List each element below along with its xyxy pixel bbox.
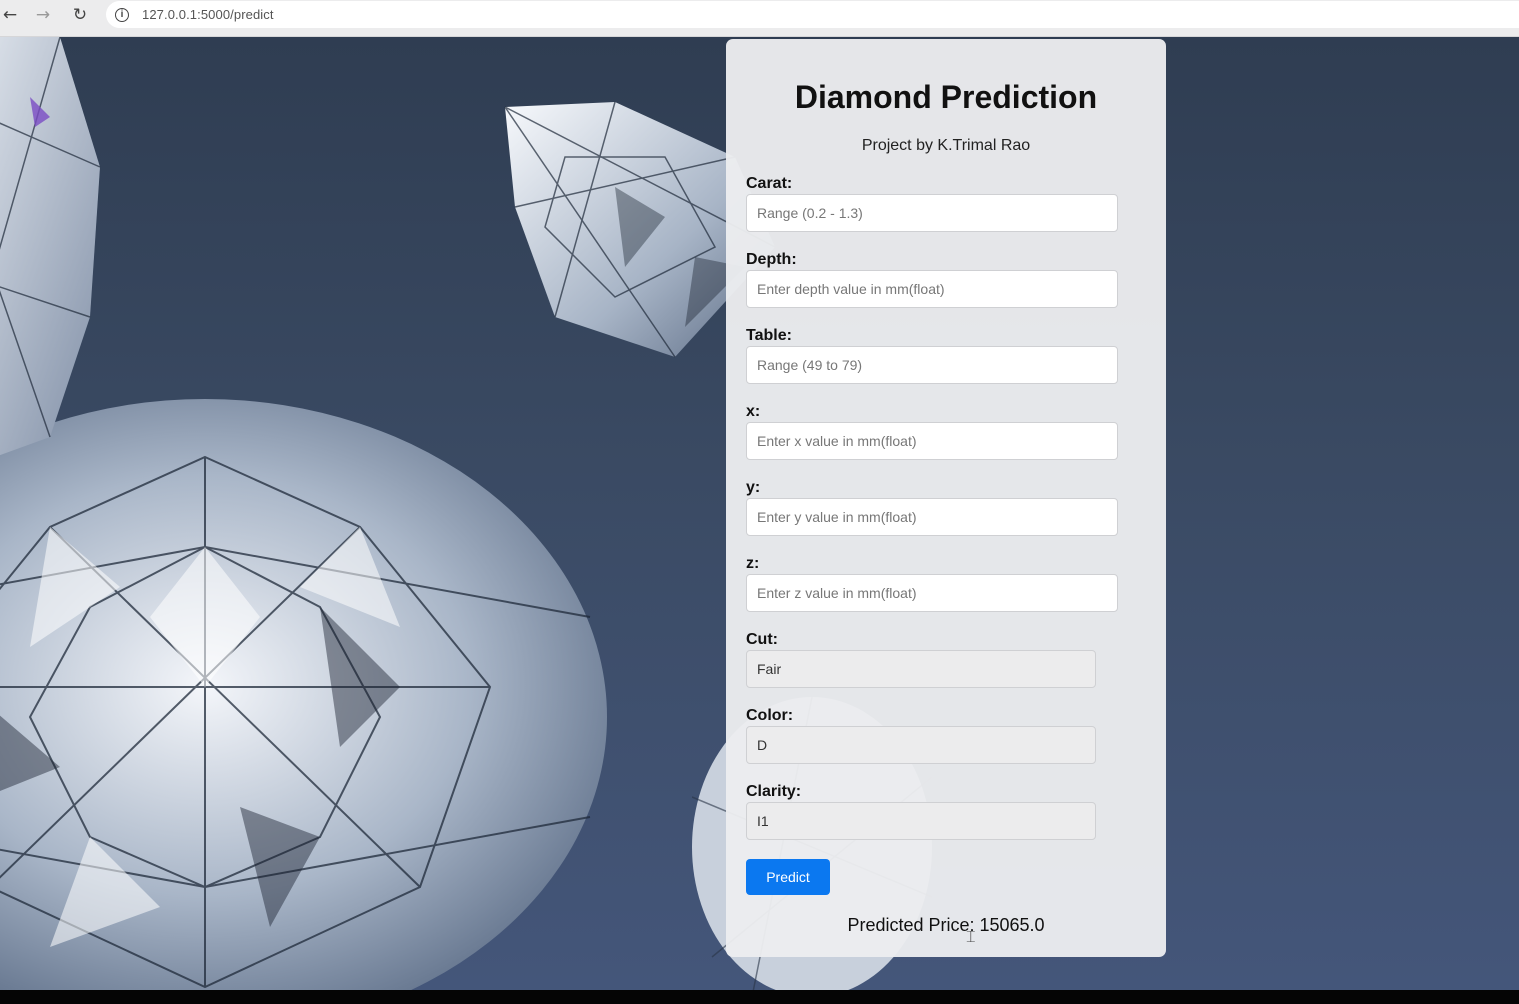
address-bar[interactable]: i 127.0.0.1:5000/predict bbox=[106, 1, 1519, 28]
predicted-price-text: Predicted Price: 15065.0 bbox=[847, 915, 1045, 935]
y-input[interactable] bbox=[746, 498, 1118, 536]
clarity-selected-value: I1 bbox=[757, 813, 769, 829]
y-label: y: bbox=[746, 479, 761, 496]
clarity-select[interactable]: I1 bbox=[746, 802, 1096, 840]
page-subtitle: Project by K.Trimal Rao bbox=[861, 137, 1031, 154]
page-background: Diamond Prediction Project by K.Trimal R… bbox=[0, 37, 1519, 990]
x-input[interactable] bbox=[746, 422, 1118, 460]
carat-input[interactable] bbox=[746, 194, 1118, 232]
cut-selected-value: Fair bbox=[757, 661, 782, 677]
cut-label: Cut: bbox=[746, 631, 778, 648]
color-selected-value: D bbox=[757, 737, 768, 753]
page-title: Diamond Prediction bbox=[794, 79, 1098, 115]
color-select[interactable]: D bbox=[746, 726, 1096, 764]
text-cursor-icon: ⌶ bbox=[966, 927, 976, 946]
url-text[interactable]: 127.0.0.1:5000/predict bbox=[142, 7, 274, 22]
browser-toolbar: ← → ↻ i 127.0.0.1:5000/predict bbox=[0, 0, 1519, 37]
prediction-form-panel: Diamond Prediction Project by K.Trimal R… bbox=[726, 39, 1166, 957]
diamond-large-image bbox=[0, 399, 607, 990]
arrow-right-icon[interactable]: → bbox=[29, 4, 57, 26]
bottom-edge bbox=[0, 990, 1519, 1004]
depth-input[interactable] bbox=[746, 270, 1118, 308]
info-icon[interactable]: i bbox=[115, 7, 129, 22]
table-label: Table: bbox=[746, 327, 792, 344]
clarity-label: Clarity: bbox=[746, 783, 802, 800]
arrow-left-icon[interactable]: ← bbox=[0, 4, 24, 26]
z-label: z: bbox=[746, 555, 760, 572]
predict-button[interactable]: Predict bbox=[746, 859, 830, 895]
depth-label: Depth: bbox=[746, 251, 797, 268]
color-label: Color: bbox=[746, 707, 794, 724]
cut-select[interactable]: Fair bbox=[746, 650, 1096, 688]
x-label: x: bbox=[746, 403, 761, 420]
diamond-left-image bbox=[0, 37, 101, 456]
reload-icon[interactable]: ↻ bbox=[66, 4, 94, 26]
carat-label: Carat: bbox=[746, 175, 793, 192]
z-input[interactable] bbox=[746, 574, 1118, 612]
table-input[interactable] bbox=[746, 346, 1118, 384]
